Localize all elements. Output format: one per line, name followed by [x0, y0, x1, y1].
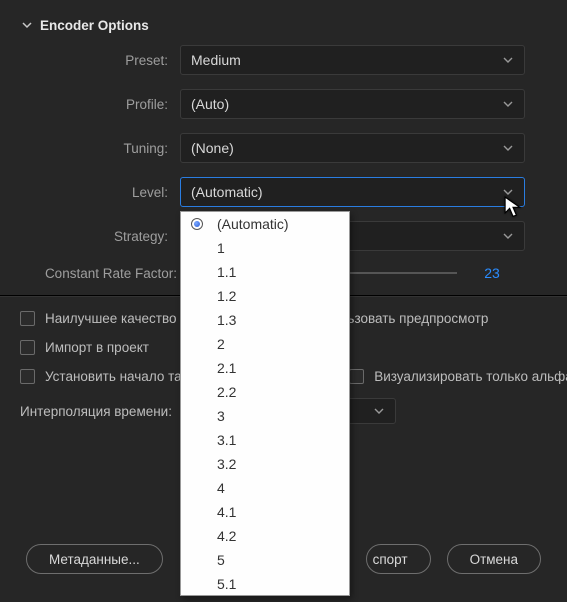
alpha-only-label: Визуализировать только альфа-: [374, 369, 567, 384]
import-project-checkbox[interactable]: [20, 340, 35, 355]
crf-value[interactable]: 23: [457, 265, 527, 281]
level-option[interactable]: 4: [181, 476, 349, 500]
level-option[interactable]: 3.1: [181, 428, 349, 452]
level-option-label: 2.1: [217, 360, 236, 376]
level-value: (Automatic): [191, 184, 263, 200]
set-start-label: Установить начало тай: [45, 369, 189, 384]
chevron-down-icon: [502, 98, 514, 110]
level-option-label: 2: [217, 336, 225, 352]
chevron-down-icon: [502, 186, 514, 198]
use-preview-label: ьзовать предпросмотр: [347, 311, 488, 326]
collapse-icon: [22, 18, 32, 33]
level-option-label: 1.2: [217, 288, 236, 304]
level-option[interactable]: 1.3: [181, 308, 349, 332]
import-project-label: Импорт в проект: [45, 340, 149, 355]
level-option[interactable]: 3: [181, 404, 349, 428]
chevron-down-icon: [373, 405, 385, 417]
metadata-button[interactable]: Метаданные...: [26, 544, 163, 574]
best-quality-checkbox[interactable]: [20, 311, 35, 326]
level-option[interactable]: 2.1: [181, 356, 349, 380]
level-dropdown[interactable]: (Automatic): [180, 177, 525, 207]
level-option[interactable]: 4.1: [181, 500, 349, 524]
level-option[interactable]: 1.2: [181, 284, 349, 308]
level-option-label: 2.2: [217, 384, 236, 400]
section-header-encoder-options[interactable]: Encoder Options: [0, 0, 567, 45]
level-option[interactable]: 5: [181, 548, 349, 572]
level-option-label: 1: [217, 240, 225, 256]
set-start-checkbox[interactable]: [20, 369, 35, 384]
tuning-dropdown[interactable]: (None): [180, 133, 525, 163]
profile-dropdown[interactable]: (Auto): [180, 89, 525, 119]
level-option[interactable]: 1: [181, 236, 349, 260]
level-option-label: 5.1: [217, 576, 236, 592]
level-option-label: 3.1: [217, 432, 236, 448]
level-option[interactable]: 3.2: [181, 452, 349, 476]
level-option-label: 1.1: [217, 264, 236, 280]
level-option-label: 3.2: [217, 456, 236, 472]
level-option-label: 1.3: [217, 312, 236, 328]
crf-label: Constant Rate Factor:: [0, 266, 195, 281]
level-option-label: 4: [217, 480, 225, 496]
level-option-label: 5: [217, 552, 225, 568]
preset-dropdown[interactable]: Medium: [180, 45, 525, 75]
tuning-value: (None): [191, 140, 234, 156]
level-option-label: (Automatic): [217, 216, 289, 232]
interp-label: Интерполяция времени:: [20, 404, 172, 419]
level-option[interactable]: 5.1: [181, 572, 349, 596]
level-dropdown-popup[interactable]: (Automatic) 1 1.1 1.2 1.3 2 2.1 2.2 3 3.1 3.2 4 4.1 4…: [180, 211, 350, 596]
cancel-button[interactable]: Отмена: [447, 544, 541, 574]
level-option-label: 4.1: [217, 504, 236, 520]
export-button[interactable]: спорт: [366, 544, 431, 574]
level-option[interactable]: (Automatic): [181, 212, 349, 236]
profile-label: Profile:: [0, 97, 180, 112]
chevron-down-icon: [502, 142, 514, 154]
preset-label: Preset:: [0, 53, 180, 68]
chevron-down-icon: [502, 230, 514, 242]
level-option[interactable]: 1.1: [181, 260, 349, 284]
level-option[interactable]: 2: [181, 332, 349, 356]
level-option[interactable]: 2.2: [181, 380, 349, 404]
level-option-label: 4.2: [217, 528, 236, 544]
level-option-label: 3: [217, 408, 225, 424]
level-label: Level:: [0, 185, 180, 200]
profile-value: (Auto): [191, 96, 229, 112]
preset-value: Medium: [191, 52, 241, 68]
alpha-only-checkbox[interactable]: [349, 369, 364, 384]
best-quality-label: Наилучшее качество в: [45, 311, 187, 326]
level-option[interactable]: 4.2: [181, 524, 349, 548]
chevron-down-icon: [502, 54, 514, 66]
section-title: Encoder Options: [40, 18, 149, 33]
strategy-label: Strategy:: [0, 229, 180, 244]
tuning-label: Tuning:: [0, 141, 180, 156]
radio-selected-icon: [191, 218, 203, 230]
